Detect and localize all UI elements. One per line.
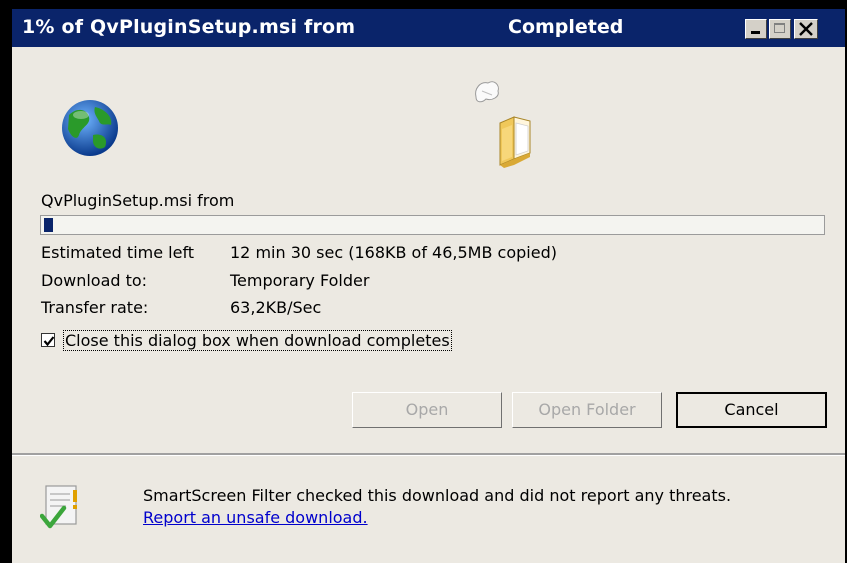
window-title: 1% of QvPluginSetup.msi from xyxy=(22,16,356,38)
smartscreen-message: SmartScreen Filter checked this download… xyxy=(143,485,783,529)
open-button[interactable]: Open xyxy=(352,392,502,428)
download-progress-bar xyxy=(40,215,825,235)
window-status: Completed xyxy=(508,16,624,38)
transfer-rate-label: Transfer rate: xyxy=(41,298,149,317)
download-to-label: Download to: xyxy=(41,271,148,290)
smartscreen-check-icon xyxy=(40,485,77,529)
globe-icon xyxy=(62,100,118,156)
cancel-button[interactable]: Cancel xyxy=(676,392,827,428)
download-dialog: 1% of QvPluginSetup.msi from Completed Q… xyxy=(12,9,845,563)
smartscreen-text: SmartScreen Filter checked this download… xyxy=(143,486,732,505)
folder-icon xyxy=(499,116,531,168)
smartscreen-footer: SmartScreen Filter checked this download… xyxy=(12,456,845,563)
progress-fill xyxy=(44,218,53,232)
estimated-time-label: Estimated time left xyxy=(41,243,195,262)
transfer-rate-value: 63,2KB/Sec xyxy=(230,298,322,317)
estimated-time-value: 12 min 30 sec (168KB of 46,5MB copied) xyxy=(230,243,557,262)
title-bar[interactable]: 1% of QvPluginSetup.msi from Completed xyxy=(12,9,845,47)
download-to-value: Temporary Folder xyxy=(230,271,370,290)
close-when-complete-checkbox[interactable] xyxy=(41,333,55,347)
close-button[interactable] xyxy=(794,19,818,39)
report-unsafe-link[interactable]: Report an unsafe download. xyxy=(143,508,368,527)
checkmark-icon xyxy=(43,336,55,347)
minimize-button[interactable] xyxy=(745,19,767,39)
close-when-complete-label[interactable]: Close this dialog box when download comp… xyxy=(63,330,452,351)
maximize-button[interactable] xyxy=(769,19,791,39)
flying-paper-to-folder-icon xyxy=(475,81,531,168)
close-icon xyxy=(799,22,813,36)
open-folder-button[interactable]: Open Folder xyxy=(512,392,662,428)
paper-icon xyxy=(475,81,499,103)
dialog-body: QvPluginSetup.msi from Estimated time le… xyxy=(12,47,845,453)
download-file-label: QvPluginSetup.msi from xyxy=(41,191,235,210)
